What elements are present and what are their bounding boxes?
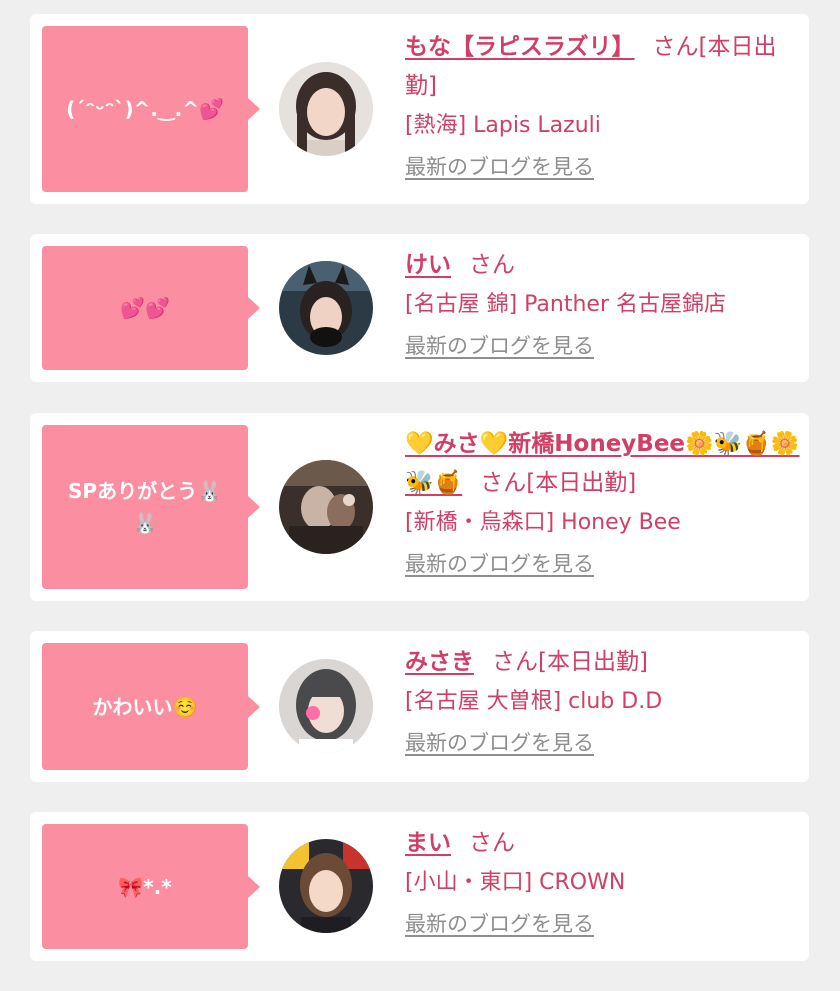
list-item: 💕💕 けい さん [名古屋 錦] Panther 名古屋錦店 最新のブログを見る (30, 234, 809, 382)
entry-info: まい さん [小山・東口] CROWN 最新のブログを見る (405, 824, 801, 938)
avatar[interactable] (279, 659, 373, 753)
message-text: 💕💕 (120, 296, 170, 320)
blog-link[interactable]: 最新のブログを見る (405, 727, 594, 757)
message-text: SPありがとう🐰🐰 (68, 479, 222, 535)
shop-name: [新橋・烏森口] Honey Bee (405, 510, 681, 535)
blog-link[interactable]: 最新のブログを見る (405, 548, 594, 578)
blog-link[interactable]: 最新のブログを見る (405, 151, 594, 181)
list-item: (ˊᵔᵕᵔˋ)^.‿.^💕 もな【ラピスラズリ】 さん[本日出勤] [熱海] La… (30, 14, 809, 204)
avatar[interactable] (279, 62, 373, 156)
shop-name: [熱海] Lapis Lazuli (405, 113, 601, 138)
name-line: まい さん (405, 824, 801, 863)
message-list: (ˊᵔᵕᵔˋ)^.‿.^💕 もな【ラピスラズリ】 さん[本日出勤] [熱海] La… (0, 0, 840, 991)
name-link[interactable]: もな【ラピスラズリ】 (405, 34, 635, 60)
message-bubble: (ˊᵔᵕᵔˋ)^.‿.^💕 (42, 26, 260, 192)
honorific: さん (469, 252, 515, 278)
honorific: さん (469, 830, 515, 856)
name-link[interactable]: まい (405, 830, 451, 856)
list-item: 🎀*.* まい さん [小山・東口] CROWN 最新のブログを見る (30, 812, 809, 961)
message-text: (ˊᵔᵕᵔˋ)^.‿.^💕 (66, 97, 224, 121)
message-bubble: かわいい☺️ (42, 643, 260, 770)
name-link[interactable]: けい (405, 252, 451, 278)
honorific: さん[本日出勤] (480, 470, 637, 496)
entry-info: もな【ラピスラズリ】 さん[本日出勤] [熱海] Lapis Lazuli 最新の… (405, 28, 801, 181)
honorific: さん[本日出勤] (492, 649, 648, 675)
avatar[interactable] (279, 839, 373, 933)
entry-info: けい さん [名古屋 錦] Panther 名古屋錦店 最新のブログを見る (405, 246, 801, 360)
entry-info: 💛みさ💛新橋HoneyBee🌼🐝🍯🌼🐝🍯 さん[本日出勤] [新橋・烏森口] Ho… (405, 425, 801, 578)
name-link[interactable]: みさき (405, 649, 474, 675)
shop-name: [名古屋 大曽根] club D.D (405, 689, 663, 714)
entry-info: みさき さん[本日出勤] [名古屋 大曽根] club D.D 最新のブログを見る (405, 643, 801, 757)
name-line: 💛みさ💛新橋HoneyBee🌼🐝🍯🌼🐝🍯 さん[本日出勤] (405, 425, 801, 503)
message-bubble: 🎀*.* (42, 824, 260, 949)
list-item: SPありがとう🐰🐰 💛みさ💛新橋HoneyBee🌼🐝🍯🌼🐝🍯 さん[本日出勤] [… (30, 413, 809, 601)
message-text: かわいい☺️ (92, 694, 198, 719)
avatar[interactable] (279, 261, 373, 355)
message-bubble: 💕💕 (42, 246, 260, 370)
blog-link[interactable]: 最新のブログを見る (405, 330, 594, 360)
name-line: もな【ラピスラズリ】 さん[本日出勤] (405, 28, 801, 106)
message-bubble: SPありがとう🐰🐰 (42, 425, 260, 589)
list-item: かわいい☺️ みさき さん[本日出勤] [名古屋 大曽根] club D.D 最新… (30, 631, 809, 782)
shop-name: [名古屋 錦] Panther 名古屋錦店 (405, 292, 726, 317)
shop-name: [小山・東口] CROWN (405, 870, 626, 895)
blog-link[interactable]: 最新のブログを見る (405, 908, 594, 938)
name-line: みさき さん[本日出勤] (405, 643, 801, 682)
avatar[interactable] (279, 460, 373, 554)
message-text: 🎀*.* (118, 874, 172, 899)
name-line: けい さん (405, 246, 801, 285)
